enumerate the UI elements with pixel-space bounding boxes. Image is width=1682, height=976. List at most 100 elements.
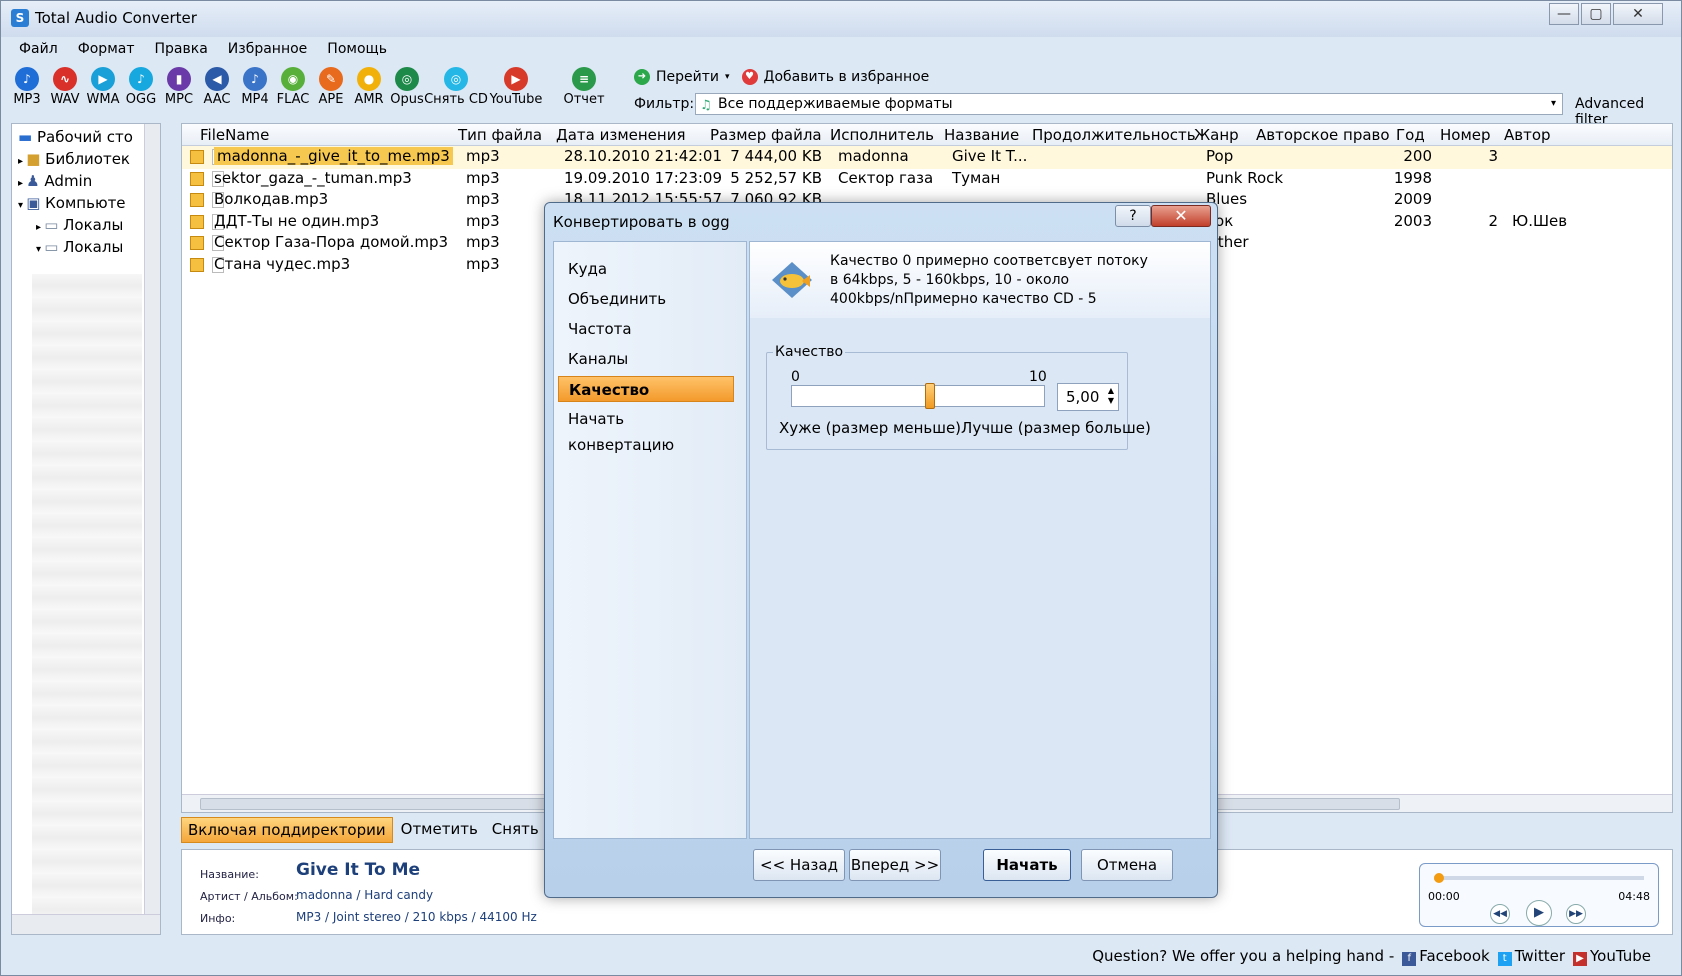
menu-favorites[interactable]: Избранное bbox=[218, 39, 318, 63]
play-icon[interactable]: ▶ bbox=[1526, 900, 1552, 926]
forward-icon[interactable]: ▶▶ bbox=[1566, 904, 1586, 924]
waveform-icon: ∿ bbox=[53, 67, 77, 91]
cell-year: 1998 bbox=[1393, 168, 1432, 187]
convert-dialog: Конвертировать в ogg ? ✕ Куда Объединить Ч… bbox=[544, 202, 1218, 898]
column-header[interactable]: Название bbox=[944, 126, 1019, 144]
nav-item[interactable]: Каналы bbox=[558, 346, 734, 372]
column-header[interactable]: FileName bbox=[200, 126, 269, 144]
youtube-link[interactable]: ▶ YouTube bbox=[1573, 947, 1651, 966]
nav-item[interactable]: Куда bbox=[558, 256, 734, 282]
column-header[interactable]: Год bbox=[1396, 126, 1425, 144]
quality-spinbox[interactable]: 5,00 ▲ ▼ bbox=[1057, 383, 1119, 411]
info-label: Инфо: bbox=[200, 912, 236, 925]
column-header[interactable]: Размер файла bbox=[710, 126, 822, 144]
minimize-button[interactable]: — bbox=[1549, 3, 1579, 25]
row-checkbox[interactable] bbox=[190, 236, 204, 250]
info-value: MP3 / Joint stereo / 210 kbps / 44100 Hz bbox=[296, 910, 537, 924]
window-title: Total Audio Converter bbox=[35, 9, 197, 27]
row-checkbox[interactable] bbox=[190, 214, 204, 229]
column-header[interactable]: Тип файла bbox=[458, 126, 542, 144]
toolbar-button-mp3[interactable]: ♪ MP3 bbox=[9, 67, 45, 115]
nav-item[interactable]: Объединить bbox=[558, 286, 734, 312]
toolbar-button-label: AMR bbox=[354, 92, 384, 107]
help-button[interactable]: ? bbox=[1115, 205, 1151, 227]
expand-icon: ▸ bbox=[18, 178, 27, 189]
tab-include-subdirs[interactable]: Включая поддиректории bbox=[181, 817, 393, 843]
table-row[interactable]: sektor_gaza_-_tuman.mp3 mp3 19.09.2010 17:… bbox=[182, 168, 1672, 191]
maximize-button[interactable]: ▢ bbox=[1581, 3, 1611, 25]
next-button[interactable]: Вперед >> bbox=[849, 849, 941, 881]
tree-item-computer[interactable]: ▾ ▣ Компьюте bbox=[18, 192, 126, 214]
twitter-link[interactable]: t Twitter bbox=[1497, 947, 1565, 966]
row-checkbox[interactable] bbox=[190, 193, 204, 207]
tree-vertical-scrollbar[interactable] bbox=[144, 124, 160, 914]
menu-file[interactable]: Файл bbox=[9, 39, 68, 63]
toolbar-button-снять-cd[interactable]: ◎ Снять CD bbox=[424, 67, 488, 115]
toolbar-button-youtube[interactable]: ▶ YouTube bbox=[487, 67, 545, 115]
back-button[interactable]: << Назад bbox=[753, 849, 845, 881]
tree-item-local-disk-2[interactable]: ▾ ▭ Локалы bbox=[36, 236, 123, 258]
nav-item[interactable]: Начать конвертацию bbox=[558, 406, 734, 454]
column-header[interactable]: Дата изменения bbox=[556, 126, 686, 144]
toolbar-button-ogg[interactable]: ♪ OGG bbox=[123, 67, 159, 115]
column-header[interactable]: Авторское право bbox=[1256, 126, 1390, 144]
menu-edit[interactable]: Правка bbox=[145, 39, 218, 63]
toolbar-button-aac[interactable]: ◀ AAC bbox=[199, 67, 235, 115]
toolbar-button-отчет[interactable]: ≡ Отчет bbox=[555, 67, 613, 115]
dialog-title: Конвертировать в ogg bbox=[553, 213, 730, 231]
toolbar-button-mp4[interactable]: ♪ MP4 bbox=[237, 67, 273, 115]
cell-type: mp3 bbox=[466, 190, 500, 208]
column-header[interactable]: Исполнитель bbox=[830, 126, 934, 144]
row-checkbox[interactable] bbox=[190, 257, 204, 272]
toolbar-button-amr[interactable]: ● AMR bbox=[351, 67, 387, 115]
toolbar-button-opus[interactable]: ◎ Opus bbox=[389, 67, 425, 115]
tree-item-admin[interactable]: ▸ ♟ Admin bbox=[18, 170, 92, 192]
row-checkbox[interactable] bbox=[190, 171, 204, 186]
progress-bar[interactable] bbox=[1434, 876, 1644, 880]
nav-item[interactable]: Частота bbox=[558, 316, 734, 342]
cell-year: 2009 bbox=[1393, 190, 1432, 208]
cd-icon: ◎ bbox=[444, 67, 468, 91]
menu-help[interactable]: Помощь bbox=[317, 39, 397, 63]
toolbar-button-ape[interactable]: ✎ APE bbox=[313, 67, 349, 115]
column-header[interactable]: Жанр bbox=[1194, 126, 1239, 144]
column-header[interactable]: Автор bbox=[1504, 126, 1551, 144]
spin-arrows-icon[interactable]: ▲ ▼ bbox=[1108, 386, 1114, 406]
menu-format[interactable]: Формат bbox=[68, 39, 145, 63]
tree-item-libraries[interactable]: ▸ ■ Библиотек bbox=[18, 148, 130, 170]
tree-horizontal-scrollbar[interactable] bbox=[12, 914, 160, 934]
desktop-icon: ▬ bbox=[18, 128, 37, 146]
tree-item-desktop[interactable]: ▬ Рабочий сто bbox=[18, 126, 133, 148]
toolbar-button-wav[interactable]: ∿ WAV bbox=[47, 67, 83, 115]
table-row[interactable]: madonna_-_give_it_to_me.mp3 mp3 28.10.2010… bbox=[182, 146, 1672, 169]
progress-knob[interactable] bbox=[1434, 873, 1444, 883]
column-header[interactable]: Номер bbox=[1440, 126, 1491, 144]
toolbar-button-mpc[interactable]: ▮ MPC bbox=[161, 67, 197, 115]
cell-title: Give It T... bbox=[952, 147, 1028, 165]
toolbar-button-wma[interactable]: ▶ WMA bbox=[85, 67, 121, 115]
nav-item[interactable]: Качество bbox=[558, 376, 734, 402]
dialog-close-button[interactable]: ✕ bbox=[1151, 205, 1211, 227]
add-favorites-button[interactable]: Добавить в избранное bbox=[764, 69, 930, 85]
quality-slider-track[interactable] bbox=[791, 385, 1045, 407]
toolbar-button-flac[interactable]: ◉ FLAC bbox=[275, 67, 311, 115]
chevron-down-icon: ▾ bbox=[1550, 98, 1556, 109]
close-window-button[interactable]: ✕ bbox=[1613, 3, 1663, 25]
rewind-icon[interactable]: ◀◀ bbox=[1490, 904, 1510, 924]
toolbar-button-label: APE bbox=[318, 92, 344, 107]
cancel-button[interactable]: Отмена bbox=[1081, 849, 1173, 881]
cell-type: mp3 bbox=[466, 168, 500, 187]
facebook-link[interactable]: f Facebook bbox=[1402, 947, 1490, 966]
cell-size: 7 444,00 KB bbox=[730, 147, 822, 165]
tree-item-local-disk-1[interactable]: ▸ ▭ Локалы bbox=[36, 214, 123, 236]
column-header[interactable]: Продолжительность bbox=[1032, 126, 1196, 144]
goto-button[interactable]: Перейти bbox=[656, 69, 719, 85]
cell-name: madonna_-_give_it_to_me.mp3 bbox=[214, 147, 453, 165]
drive-icon: ▭ bbox=[44, 238, 64, 256]
quality-slider-thumb[interactable] bbox=[925, 383, 935, 409]
tab-mark[interactable]: Отметить bbox=[395, 817, 484, 843]
tab-unmark[interactable]: Снять bbox=[486, 817, 545, 843]
row-checkbox[interactable] bbox=[190, 150, 204, 164]
start-button[interactable]: Начать bbox=[983, 849, 1071, 881]
filter-dropdown[interactable]: ♫ Все поддерживаемые форматы ▾ bbox=[695, 93, 1563, 115]
